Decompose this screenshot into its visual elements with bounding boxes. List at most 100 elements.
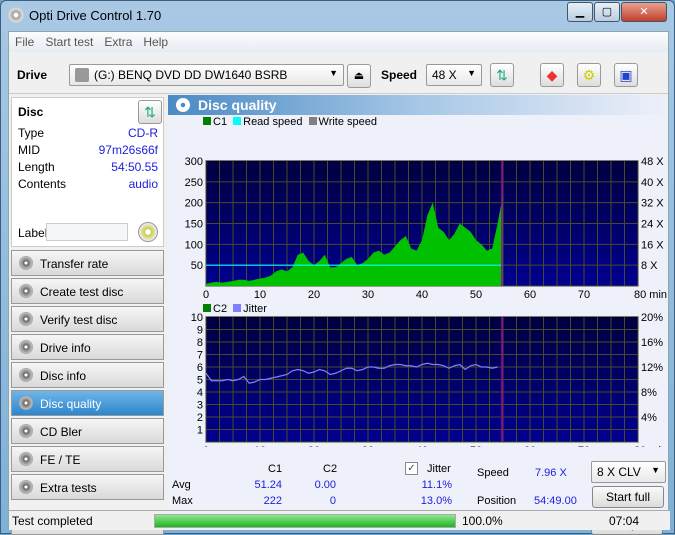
save-icon[interactable]: ▣ [614, 63, 638, 87]
label-key: Label [18, 226, 48, 240]
test-speed-value: 8 X CLV [597, 465, 641, 479]
stat-c1: 222 [263, 495, 282, 507]
drive-value: (G:) BENQ DVD DD DW1640 BSRB [94, 68, 288, 82]
nav-extra-tests[interactable]: Extra tests [11, 474, 164, 500]
disc-key: Contents [18, 177, 67, 191]
x-tick-label: 70 [578, 445, 590, 447]
jitter-checkbox[interactable]: ✓ [405, 462, 418, 475]
drive-select[interactable]: (G:) BENQ DVD DD DW1640 BSRB ▼ [69, 64, 344, 86]
y2-tick-label: 20% [641, 312, 663, 324]
eraser-icon[interactable]: ◆ [540, 63, 564, 87]
nav-fe-te[interactable]: FE / TE [11, 446, 164, 472]
nav-disc-info[interactable]: Disc info [11, 362, 164, 388]
y-tick-label: 300 [185, 156, 203, 168]
stat-c1: 51.24 [254, 479, 282, 491]
speed-label: Speed [477, 467, 509, 479]
y-tick-label: 250 [185, 177, 203, 189]
y-tick-label: 50 [191, 260, 203, 272]
y-tick-label: 9 [197, 325, 203, 337]
disc-key: Length [18, 160, 55, 174]
close-button[interactable]: ✕ [621, 2, 667, 22]
label-input[interactable] [46, 223, 128, 241]
app-window: Opti Drive Control 1.70 ▁ ▢ ✕ File Start … [0, 0, 675, 535]
menu-extra[interactable]: Extra [98, 32, 137, 49]
disc-icon [19, 256, 33, 270]
x-tick-label: 40 [416, 445, 428, 447]
y2-tick-label: 32 X [641, 198, 664, 210]
start-full-button[interactable]: Start full [592, 486, 664, 508]
y-tick-label: 6 [197, 362, 203, 374]
stat-row-label: Max [172, 495, 193, 507]
menu-help[interactable]: Help [137, 32, 173, 49]
x-tick-label: 80 min [634, 289, 667, 301]
test-speed-select[interactable]: 8 X CLV ▼ [591, 461, 666, 483]
y2-tick-label: 8% [641, 387, 657, 399]
y-tick-label: 3 [197, 400, 203, 412]
minimize-button[interactable]: ▁ [567, 2, 593, 22]
x-tick-label: 60 [524, 289, 536, 301]
nav-cd-bler[interactable]: CD Bler [11, 418, 164, 444]
progress-text: 100.0% [462, 514, 503, 528]
charts-svg: 0 10 20 30 40 50 60 70 80 min501001502002503008 … [185, 156, 667, 447]
y-tick-label: 200 [185, 198, 203, 210]
stat-jitter: 13.0% [420, 495, 452, 507]
progress-bar [154, 514, 456, 528]
y2-tick-label: 40 X [641, 177, 664, 189]
disc-value: CD-R [128, 126, 158, 140]
eject-button[interactable]: ⏏ [347, 64, 371, 88]
speed-value: 48 X [432, 68, 457, 82]
nav-label: Create test disc [40, 285, 124, 299]
speed-select[interactable]: 48 X ▼ [426, 64, 482, 86]
x-tick-label: 70 [578, 289, 590, 301]
refresh-disc-icon[interactable]: ⇅ [138, 100, 162, 124]
status-text: Test completed [12, 514, 93, 528]
stat-jitter: 11.1% [421, 479, 452, 491]
stat-c2: 0.00 [314, 479, 336, 491]
cd-icon[interactable] [138, 222, 158, 242]
y2-tick-label: 48 X [641, 156, 664, 168]
x-tick-label: 20 [308, 445, 320, 447]
maximize-button[interactable]: ▢ [594, 2, 620, 22]
nav-drive-info[interactable]: Drive info [11, 334, 164, 360]
y-tick-label: 100 [185, 239, 203, 251]
nav-create-test-disc[interactable]: Create test disc [11, 278, 164, 304]
disc-info-panel: Disc ⇅ Type CD-R MID 97m26s66f Length 54:50.5… [11, 97, 164, 247]
disc-icon [19, 452, 33, 466]
y-tick-label: 2 [197, 412, 203, 424]
progress-fill [155, 515, 455, 527]
disc-row: Contents audio [18, 177, 158, 192]
nav-verify-test-disc[interactable]: Verify test disc [11, 306, 164, 332]
disc-row: Length 54:50.55 [18, 160, 158, 175]
x-tick-label: 10 [254, 445, 266, 447]
y-tick-label: 150 [185, 219, 203, 231]
disc-icon [19, 284, 33, 298]
chevron-down-icon: ▼ [467, 68, 476, 78]
nav-disc-quality[interactable]: Disc quality [11, 390, 164, 416]
x-tick-label: 60 [524, 445, 536, 447]
speed-label: Speed [381, 68, 418, 82]
nav-label: Transfer rate [40, 257, 109, 271]
y-tick-label: 8 [197, 337, 203, 349]
settings-gear-icon[interactable]: ⚙ [577, 63, 601, 87]
disc-icon [19, 368, 33, 382]
menu-start-test[interactable]: Start test [39, 32, 98, 49]
y2-tick-label: 12% [641, 362, 663, 374]
nav-label: Verify test disc [40, 313, 118, 327]
disc-value: 54:50.55 [111, 160, 158, 174]
x-tick-label: 40 [416, 289, 428, 301]
nav-label: Disc quality [40, 397, 102, 411]
drive-icon [75, 68, 89, 82]
disc-key: Type [18, 126, 45, 140]
x-tick-label: 50 [470, 445, 482, 447]
x-tick-label: 0 [203, 445, 209, 447]
col-jitter: Jitter [427, 463, 451, 475]
y2-tick-label: 24 X [641, 219, 664, 231]
disc-value: audio [128, 177, 158, 191]
nav-transfer-rate[interactable]: Transfer rate [11, 250, 164, 276]
y-tick-label: 1 [197, 425, 203, 437]
menu-file[interactable]: File [9, 32, 39, 49]
disc-value: 97m26s66f [98, 143, 158, 157]
refresh-icon[interactable]: ⇅ [490, 63, 514, 87]
app-icon [8, 7, 24, 23]
col-c1: C1 [268, 463, 283, 475]
